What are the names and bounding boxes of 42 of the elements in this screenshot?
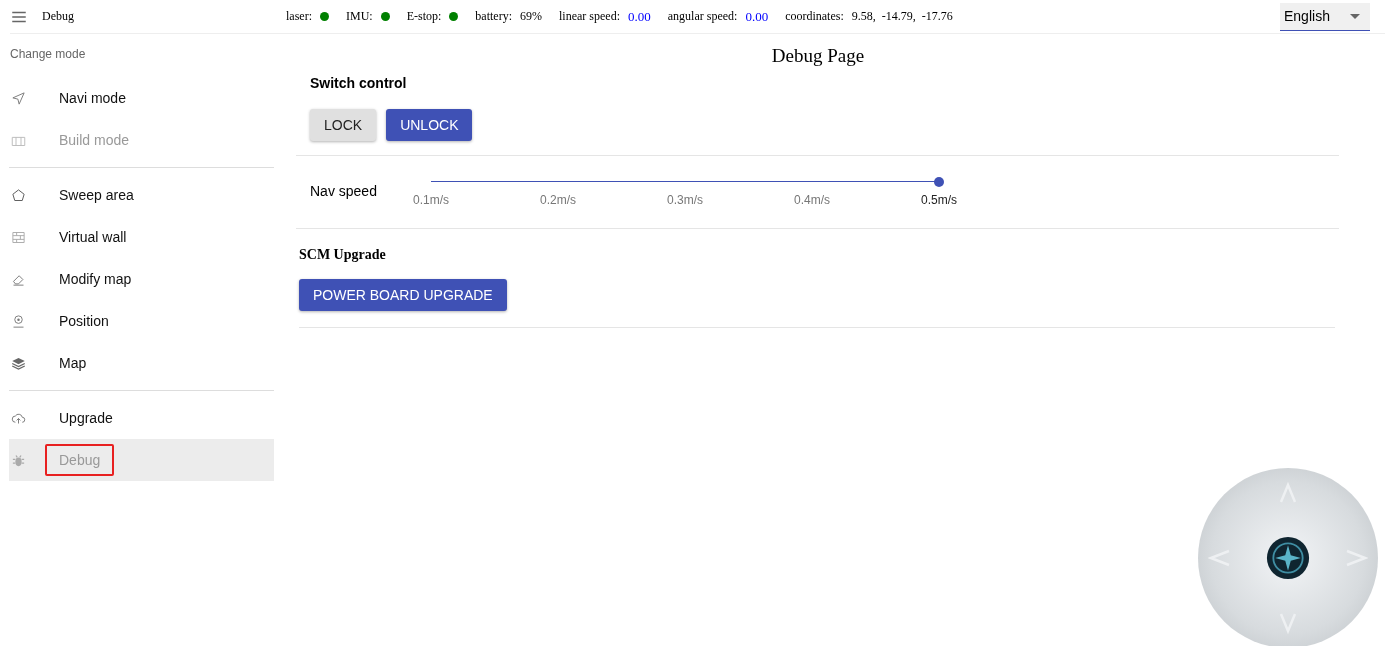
slider-mark-label: 0.2m/s [540,193,576,207]
slider-thumb[interactable] [934,177,944,187]
unlock-button[interactable]: UNLOCK [386,109,473,141]
status-label: coordinates: [785,9,844,24]
sidebar-item[interactable]: Upgrade [9,397,274,439]
lock-button[interactable]: LOCK [310,109,377,141]
sidebar-item[interactable]: Map [9,342,274,384]
joystick-knob-icon [1266,536,1310,580]
status-value: 0.00 [745,8,769,25]
status-label: laser: [286,9,312,24]
status-value: 0.00 [628,8,651,25]
slider-mark-label: 0.5m/s [921,193,957,207]
sidebar-item[interactable]: Sweep area [9,174,274,216]
upgrade-button[interactable]: POWER BOARD UPGRADE [299,279,507,311]
sidebar-item[interactable]: Modify map [9,258,274,300]
status-label: battery: [475,9,512,24]
sidebar-item[interactable]: Position [9,300,274,342]
bug-icon [11,452,26,468]
section-heading: Switch control [310,75,408,91]
location-pin-icon [11,313,26,329]
layers-icon [11,355,26,371]
slider-mark-label: 0.4m/s [794,193,830,207]
caret-icon [1350,13,1360,19]
status-label: IMU: [346,9,373,24]
pentagon-icon [11,187,26,203]
status-label: angular speed: [667,9,738,24]
slider-mark-label: 0.3m/s [667,193,703,207]
slider-label: Nav speed [310,183,378,199]
section-heading: Change mode [9,46,87,63]
page-title: Debug Page [770,45,866,67]
status-value: 69% [520,9,542,24]
status-label: E-stop: [406,9,442,24]
status-value: 9.58, -14.79, -17.76 [851,9,953,24]
status-label: linear speed: [559,9,620,24]
slider-mark-label: 0.1m/s [413,193,449,207]
sidebar-item[interactable]: Navi mode [9,77,274,119]
section-heading: SCM Upgrade [299,247,387,263]
arrow-icon [11,90,26,106]
language-select[interactable]: English [1280,2,1370,31]
brick-wall-icon [11,229,26,245]
app-title: Debug [42,9,75,24]
sidebar-item[interactable]: Virtual wall [9,216,274,258]
